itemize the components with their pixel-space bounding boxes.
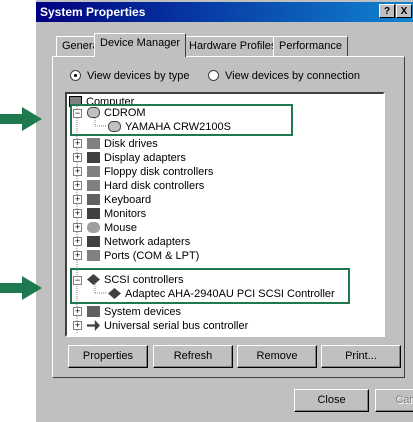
radio-view-by-connection[interactable]: View devices by connection — [208, 70, 360, 82]
tab-device-manager[interactable]: Device Manager — [94, 33, 187, 57]
system-properties-dialog: System Properties ? X General Device Man… — [36, 0, 413, 422]
floppy-icon — [87, 166, 100, 177]
highlight-box-scsi: − SCSI controllers Adaptec AHA-2940AU PC… — [70, 268, 350, 304]
hard-disk-icon — [87, 180, 100, 191]
highlight-box-cdrom: − CDROM YAMAHA CRW2100S — [70, 104, 293, 136]
expand-icon[interactable]: + — [73, 223, 82, 232]
expand-icon[interactable]: + — [73, 139, 82, 148]
print-button[interactable]: Print... — [321, 345, 401, 368]
expand-icon[interactable]: + — [73, 209, 82, 218]
expand-icon[interactable]: + — [73, 195, 82, 204]
refresh-button[interactable]: Refresh — [153, 345, 233, 368]
collapse-icon[interactable]: − — [73, 109, 82, 118]
scsi-icon — [87, 274, 100, 285]
radio-unselected-icon — [208, 70, 219, 81]
radio-selected-icon — [70, 70, 81, 81]
cancel-button[interactable]: Cancel — [375, 389, 413, 412]
collapse-icon[interactable]: − — [73, 276, 82, 285]
properties-button[interactable]: Properties — [68, 345, 148, 368]
expand-icon[interactable]: + — [73, 167, 82, 176]
close-window-button[interactable]: X — [396, 4, 412, 18]
expand-icon[interactable]: + — [73, 251, 82, 260]
cdrom-drive-icon — [108, 121, 121, 132]
network-icon — [87, 236, 100, 247]
radio-view-by-type[interactable]: View devices by type — [70, 70, 190, 82]
cdrom-icon — [87, 107, 100, 118]
expand-icon[interactable]: + — [73, 237, 82, 246]
close-button[interactable]: Close — [294, 389, 369, 412]
monitor-icon — [87, 208, 100, 219]
tab-hardware-profiles[interactable]: Hardware Profiles — [183, 36, 283, 56]
title-bar: System Properties ? X — [36, 2, 413, 22]
annotation-arrow-cdrom — [0, 107, 42, 131]
expand-icon[interactable]: + — [73, 321, 82, 330]
system-device-icon — [87, 306, 100, 317]
expand-icon[interactable]: + — [73, 181, 82, 190]
tab-performance[interactable]: Performance — [273, 36, 348, 56]
port-icon — [87, 250, 100, 261]
disk-icon — [87, 138, 100, 149]
window-title: System Properties — [40, 5, 146, 19]
remove-button[interactable]: Remove — [237, 345, 317, 368]
expand-icon[interactable]: + — [73, 307, 82, 316]
scsi-controller-icon — [108, 288, 121, 299]
keyboard-icon — [87, 194, 100, 205]
annotation-arrow-scsi — [0, 276, 42, 300]
expand-icon[interactable]: + — [73, 153, 82, 162]
usb-icon — [87, 320, 100, 331]
mouse-icon — [87, 222, 100, 233]
help-button[interactable]: ? — [379, 4, 395, 18]
display-icon — [87, 152, 100, 163]
